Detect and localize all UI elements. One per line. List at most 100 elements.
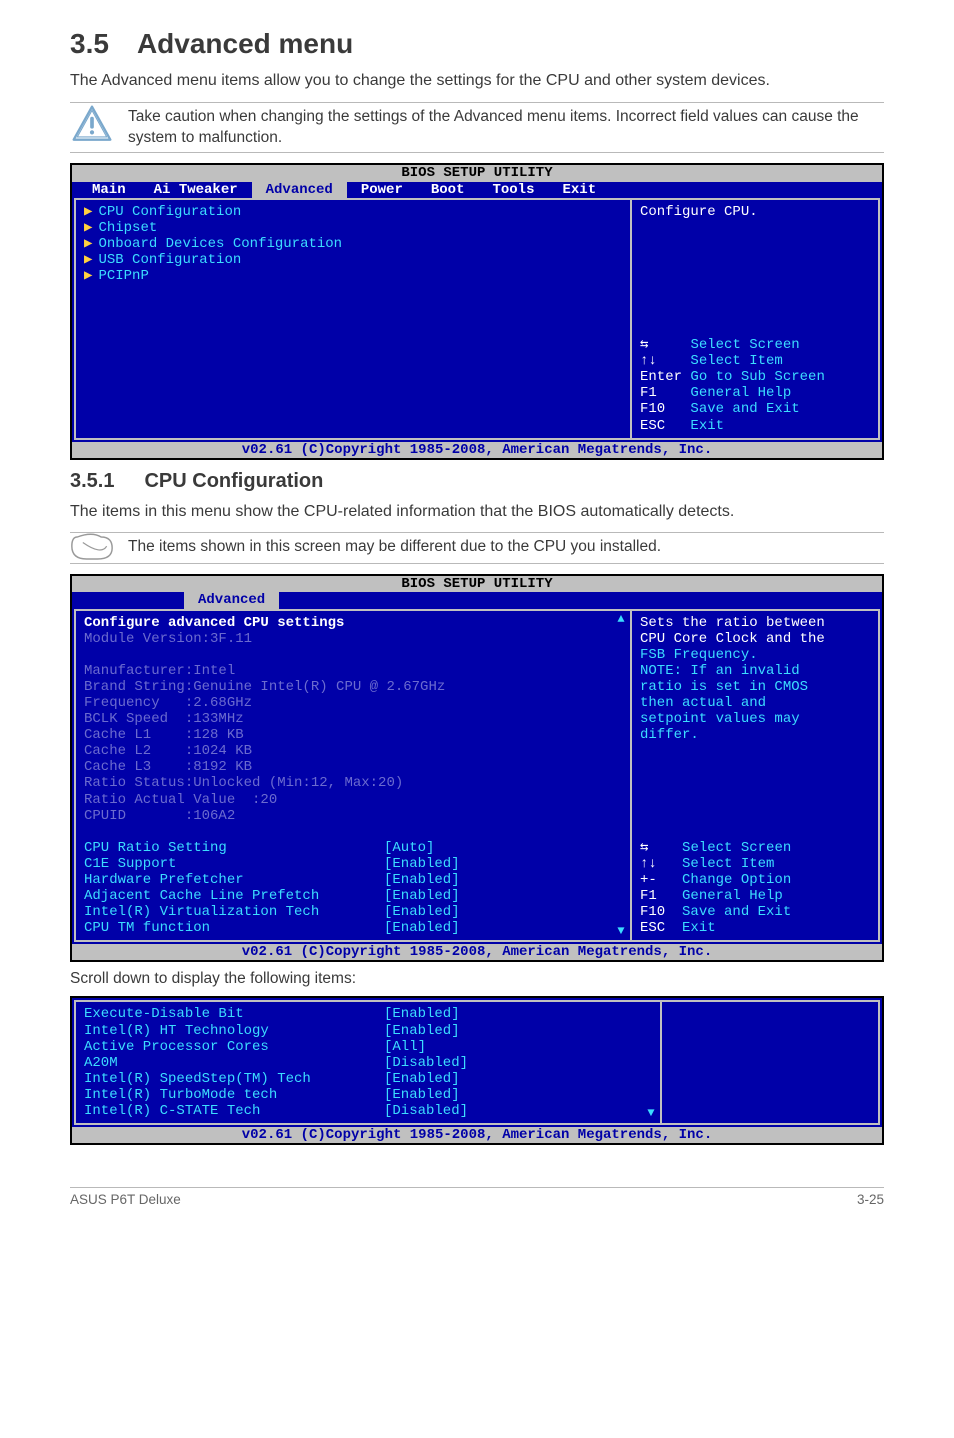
scroll-down-icon[interactable]: ▼ [617, 925, 624, 939]
subsection-heading: 3.5.1 CPU Configuration [70, 470, 884, 493]
caution-icon [70, 103, 114, 147]
bios-title: BIOS SETUP UTILITY [72, 576, 882, 592]
info-line: Ratio Status:Unlocked (Min:12, Max:20) [84, 775, 604, 791]
key-hint: Enter Go to Sub Screen [640, 369, 870, 385]
tab-ai-tweaker[interactable]: Ai Tweaker [140, 182, 252, 198]
key-hint: ESC Exit [640, 920, 870, 936]
key-hint: F1 General Help [640, 385, 870, 401]
caution-note: Take caution when changing the settings … [70, 102, 884, 154]
info-line: Module Version:3F.11 [84, 631, 604, 647]
bios-panel-cpu-config-scrolled: Execute-Disable Bit[Enabled]Intel(R) HT … [70, 996, 884, 1145]
setting-row[interactable]: CPU Ratio Setting[Auto] [84, 840, 604, 856]
info-line: Cache L2 :1024 KB [84, 743, 604, 759]
info-note: The items shown in this screen may be di… [70, 532, 884, 564]
bios-key-help: ⇆ Select Screen↑↓ Select ItemEnter Go to… [640, 337, 870, 434]
bios-left-pane: ▶CPU Configuration▶Chipset▶Onboard Devic… [76, 200, 630, 438]
setting-row[interactable]: CPU TM function[Enabled] [84, 920, 604, 936]
info-line: Manufacturer:Intel [84, 663, 604, 679]
setting-row[interactable]: Intel(R) SpeedStep(TM) Tech[Enabled] [84, 1071, 634, 1087]
bios-left-pane: Execute-Disable Bit[Enabled]Intel(R) HT … [76, 1002, 642, 1123]
tab-advanced[interactable]: Advanced [252, 182, 347, 198]
tab-boot[interactable]: Boot [417, 182, 479, 198]
bios-help-text: Configure CPU. [640, 204, 870, 220]
tab-main[interactable]: Main [78, 182, 140, 198]
section-title: Advanced menu [137, 28, 353, 59]
setting-row[interactable]: Hardware Prefetcher[Enabled] [84, 872, 604, 888]
bios-tabs: Advanced [72, 592, 882, 608]
page-title: 3.5 Advanced menu [70, 28, 884, 60]
bios-left-pane: Configure advanced CPU settingsModule Ve… [76, 611, 612, 941]
bios-right-pane: Configure CPU. ⇆ Select Screen↑↓ Select … [630, 200, 878, 438]
settings-heading: Configure advanced CPU settings [84, 615, 604, 631]
bios-tabs: MainAi TweakerAdvancedPowerBootToolsExit [72, 182, 882, 198]
subsection-intro: The items in this menu show the CPU-rela… [70, 501, 884, 523]
key-hint: +- Change Option [640, 872, 870, 888]
info-line: Cache L3 :8192 KB [84, 759, 604, 775]
scroll-instruction: Scroll down to display the following ite… [70, 970, 884, 988]
help-line: NOTE: If an invalid [640, 663, 870, 679]
help-line: then actual and [640, 695, 870, 711]
menu-item[interactable]: ▶Onboard Devices Configuration [84, 236, 622, 252]
bios-key-help: ⇆ Select Screen↑↓ Select Item+- Change O… [640, 840, 870, 937]
info-text: The items shown in this screen may be di… [128, 533, 884, 562]
help-line: ratio is set in CMOS [640, 679, 870, 695]
bios-panel-advanced-root: BIOS SETUP UTILITY MainAi TweakerAdvance… [70, 163, 884, 459]
key-hint: F10 Save and Exit [640, 904, 870, 920]
key-hint: ↑↓ Select Item [640, 353, 870, 369]
help-line: differ. [640, 727, 870, 743]
setting-row[interactable]: Intel(R) C-STATE Tech[Disabled] [84, 1103, 634, 1119]
setting-row[interactable]: Intel(R) TurboMode tech[Enabled] [84, 1087, 634, 1103]
menu-item[interactable]: ▶PCIPnP [84, 268, 622, 284]
bios-footer: v02.61 (C)Copyright 1985-2008, American … [72, 1127, 882, 1143]
scroll-up-icon[interactable]: ▲ [617, 613, 624, 627]
info-line: Brand String:Genuine Intel(R) CPU @ 2.67… [84, 679, 604, 695]
info-line: Ratio Actual Value :20 [84, 792, 604, 808]
info-line: Frequency :2.68GHz [84, 695, 604, 711]
setting-row[interactable]: A20M[Disabled] [84, 1055, 634, 1071]
setting-row[interactable]: Intel(R) Virtualization Tech[Enabled] [84, 904, 604, 920]
setting-row[interactable]: Intel(R) HT Technology[Enabled] [84, 1023, 634, 1039]
footer-left: ASUS P6T Deluxe [70, 1192, 181, 1207]
bios-footer: v02.61 (C)Copyright 1985-2008, American … [72, 944, 882, 960]
section-number: 3.5 [70, 28, 109, 59]
info-line: BCLK Speed :133MHz [84, 711, 604, 727]
help-line: setpoint values may [640, 711, 870, 727]
tab-power[interactable]: Power [347, 182, 417, 198]
info-icon [70, 533, 114, 563]
info-line: Cache L1 :128 KB [84, 727, 604, 743]
setting-row[interactable]: C1E Support[Enabled] [84, 856, 604, 872]
setting-row[interactable]: Execute-Disable Bit[Enabled] [84, 1006, 634, 1022]
subsection-title: CPU Configuration [144, 470, 323, 492]
tab-advanced[interactable]: Advanced [184, 592, 279, 608]
scrollbar[interactable]: ▲ ▼ [612, 611, 630, 941]
page-footer: ASUS P6T Deluxe 3-25 [70, 1187, 884, 1207]
setting-row[interactable]: Active Processor Cores[All] [84, 1039, 634, 1055]
subsection-number: 3.5.1 [70, 470, 114, 492]
menu-item[interactable]: ▶USB Configuration [84, 252, 622, 268]
menu-item[interactable]: ▶CPU Configuration [84, 204, 622, 220]
key-hint: ⇆ Select Screen [640, 840, 870, 856]
help-line: FSB Frequency. [640, 647, 870, 663]
footer-right: 3-25 [857, 1192, 884, 1207]
bios-title: BIOS SETUP UTILITY [72, 165, 882, 181]
key-hint: F10 Save and Exit [640, 401, 870, 417]
scroll-down-icon[interactable]: ▼ [647, 1107, 654, 1121]
scrollbar[interactable]: ▲ ▼ [642, 1002, 660, 1123]
bios-footer: v02.61 (C)Copyright 1985-2008, American … [72, 442, 882, 458]
key-hint: ESC Exit [640, 418, 870, 434]
bios-panel-cpu-config: BIOS SETUP UTILITY Advanced Configure ad… [70, 574, 884, 962]
bios-help-text: Sets the ratio betweenCPU Core Clock and… [640, 615, 870, 744]
setting-row[interactable]: Adjacent Cache Line Prefetch[Enabled] [84, 888, 604, 904]
help-line: Sets the ratio between [640, 615, 870, 631]
bios-right-pane: Sets the ratio betweenCPU Core Clock and… [630, 611, 878, 941]
key-hint: ⇆ Select Screen [640, 337, 870, 353]
help-line: CPU Core Clock and the [640, 631, 870, 647]
intro-paragraph: The Advanced menu items allow you to cha… [70, 70, 884, 92]
tab-tools[interactable]: Tools [478, 182, 548, 198]
caution-text: Take caution when changing the settings … [128, 103, 884, 153]
key-hint: ↑↓ Select Item [640, 856, 870, 872]
menu-item[interactable]: ▶Chipset [84, 220, 622, 236]
info-line [84, 647, 604, 663]
tab-exit[interactable]: Exit [548, 182, 610, 198]
info-line: CPUID :106A2 [84, 808, 604, 824]
